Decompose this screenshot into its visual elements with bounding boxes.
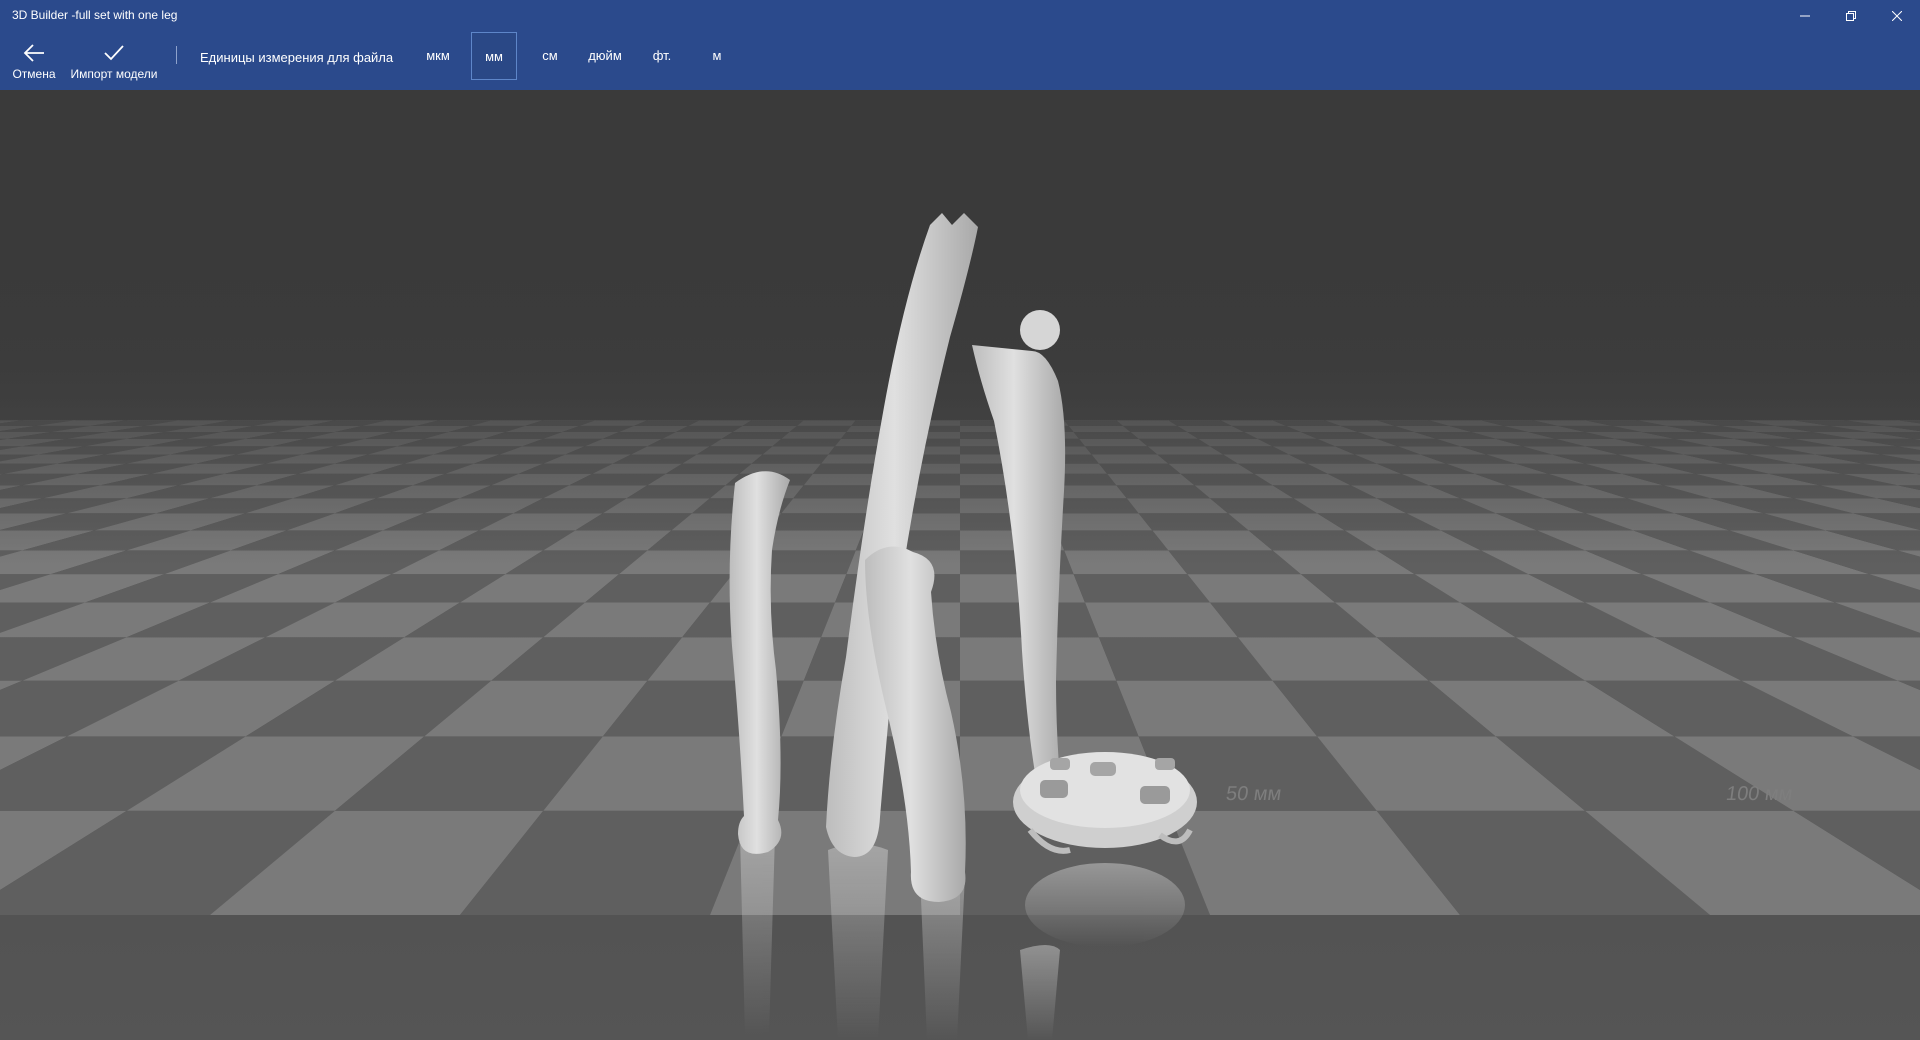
- close-button[interactable]: [1874, 0, 1920, 32]
- restore-button[interactable]: [1828, 0, 1874, 32]
- unit-micrometer-button[interactable]: мкм: [420, 32, 456, 78]
- unit-millimeter-button[interactable]: мм: [471, 32, 517, 80]
- minimize-icon: [1800, 15, 1810, 17]
- unit-inch-button[interactable]: дюйм: [580, 32, 630, 78]
- cancel-label: Отмена: [12, 67, 56, 81]
- minimize-button[interactable]: [1782, 0, 1828, 32]
- unit-foot-button[interactable]: фт.: [645, 32, 679, 78]
- cancel-button[interactable]: Отмена: [8, 32, 60, 90]
- checkmark-icon: [104, 45, 124, 61]
- scene-canvas[interactable]: 50 мм 100 мм: [0, 90, 1920, 1040]
- import-model-label: Импорт модели: [70, 67, 158, 81]
- window-title: 3D Builder -full set with one leg: [12, 8, 178, 22]
- units-label: Единицы измерения для файла: [200, 50, 394, 65]
- import-model-button[interactable]: Импорт модели: [68, 32, 160, 90]
- unit-centimeter-button[interactable]: см: [535, 32, 565, 78]
- ruler-label-100mm: 100 мм: [1725, 783, 1794, 805]
- close-icon: [1892, 11, 1902, 21]
- 3d-viewport[interactable]: 50 мм 100 мм: [0, 90, 1920, 1040]
- unit-meter-button[interactable]: м: [705, 32, 729, 78]
- command-bar: Отмена Импорт модели Единицы измерения д…: [0, 32, 1920, 90]
- title-bar: 3D Builder -full set with one leg: [0, 0, 1920, 32]
- toolbar-separator: [176, 46, 177, 64]
- back-arrow-icon: [23, 44, 44, 62]
- bone-head-round[interactable]: [1020, 310, 1060, 350]
- ruler-label-50mm: 50 мм: [1225, 783, 1283, 805]
- app-window: 3D Builder -full set with one leg Отмена…: [0, 0, 1920, 1040]
- restore-icon: [1846, 11, 1856, 21]
